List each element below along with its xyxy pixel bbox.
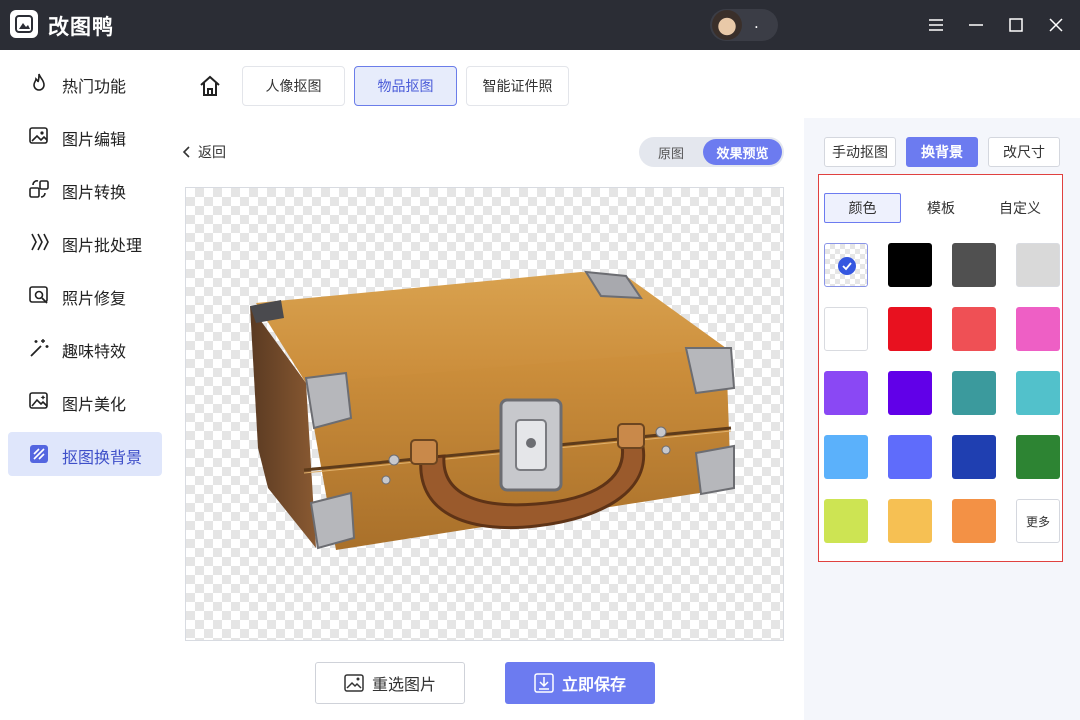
home-icon[interactable] [196, 72, 224, 100]
back-label: 返回 [198, 145, 226, 161]
color-swatch[interactable] [952, 435, 996, 479]
workspace: 返回 原图 效果预览 重选图片 立即保存 [168, 118, 804, 720]
color-swatch[interactable] [824, 371, 868, 415]
check-icon [838, 257, 856, 275]
color-swatch[interactable] [824, 307, 868, 351]
color-swatch[interactable] [952, 371, 996, 415]
mode-manual-cutout[interactable]: 手动抠图 [824, 137, 896, 167]
color-swatch[interactable] [824, 435, 868, 479]
beautify-icon [29, 392, 48, 409]
swatch-transparent[interactable] [824, 243, 868, 287]
image-canvas[interactable] [185, 187, 784, 641]
back-button[interactable]: 返回 [182, 142, 226, 162]
app-logo-icon [10, 10, 38, 38]
maximize-icon[interactable] [1003, 12, 1029, 38]
mode-resize[interactable]: 改尺寸 [988, 137, 1060, 167]
sidebar-item-image-edit[interactable]: 图片编辑 [8, 114, 162, 158]
toggle-preview[interactable]: 效果预览 [703, 139, 782, 165]
color-swatch[interactable] [888, 307, 932, 351]
subtab-custom[interactable]: 自定义 [982, 193, 1058, 223]
menu-icon[interactable] [923, 12, 949, 38]
color-swatch[interactable] [888, 371, 932, 415]
color-swatch[interactable] [952, 499, 996, 543]
tab-id-photo[interactable]: 智能证件照 [466, 66, 569, 106]
color-swatch[interactable] [888, 499, 932, 543]
color-swatch[interactable] [888, 243, 932, 287]
more-colors-button[interactable]: 更多 [1016, 499, 1060, 543]
user-account[interactable]: . [710, 9, 778, 41]
subtab-color[interactable]: 颜色 [824, 193, 901, 223]
cutout-icon [30, 445, 48, 463]
title-bar: 改图鸭 . [0, 0, 1080, 50]
sidebar-item-beautify[interactable]: 图片美化 [8, 379, 162, 423]
suitcase-image [250, 270, 736, 550]
batch-icon [31, 233, 49, 251]
reselect-label: 重选图片 [371, 675, 436, 694]
feature-tab-bar: 人像抠图 物品抠图 智能证件照 [168, 50, 1080, 118]
avatar [712, 10, 742, 40]
color-swatch[interactable] [952, 243, 996, 287]
minimize-icon[interactable] [963, 12, 989, 38]
color-swatch[interactable] [824, 499, 868, 543]
photo-repair-icon [29, 286, 48, 304]
color-swatch[interactable] [1016, 307, 1060, 351]
app-title: 改图鸭 [48, 15, 114, 39]
sidebar-item-hot-features[interactable]: 热门功能 [8, 61, 162, 105]
sidebar-item-batch[interactable]: 图片批处理 [8, 220, 162, 264]
close-icon[interactable] [1043, 12, 1069, 38]
view-toggle: 原图 效果预览 [639, 137, 784, 167]
download-icon [534, 673, 554, 693]
reselect-image-button[interactable]: 重选图片 [315, 662, 465, 704]
image-icon [344, 674, 364, 692]
background-options: 颜色 模板 自定义 更多 [818, 174, 1063, 562]
sidebar-item-fun-effects[interactable]: 趣味特效 [8, 326, 162, 370]
subtab-template[interactable]: 模板 [907, 193, 975, 223]
color-swatch[interactable] [1016, 243, 1060, 287]
toggle-original[interactable]: 原图 [645, 139, 697, 165]
sidebar-item-image-convert[interactable]: 图片转换 [8, 167, 162, 211]
settings-panel: 手动抠图 换背景 改尺寸 颜色 模板 自定义 更多 [804, 118, 1080, 720]
chevron-left-icon [182, 146, 190, 158]
tab-portrait-cutout[interactable]: 人像抠图 [242, 66, 345, 106]
sidebar-item-cutout[interactable]: 抠图换背景 [8, 432, 162, 476]
magic-wand-icon [30, 339, 49, 357]
save-label: 立即保存 [561, 675, 626, 694]
tab-object-cutout[interactable]: 物品抠图 [354, 66, 457, 106]
flame-icon [33, 73, 45, 91]
color-swatch[interactable] [1016, 435, 1060, 479]
color-swatch[interactable] [1016, 371, 1060, 415]
color-swatch[interactable] [952, 307, 996, 351]
user-name: . [754, 14, 759, 32]
save-now-button[interactable]: 立即保存 [505, 662, 655, 704]
sidebar-item-photo-repair[interactable]: 照片修复 [8, 273, 162, 317]
mode-change-background[interactable]: 换背景 [906, 137, 978, 167]
sidebar: 热门功能 图片编辑 图片转换 图片批处理 照片修复 趣味特效 图片美化 抠图换背… [0, 50, 168, 720]
convert-icon [29, 180, 49, 198]
color-swatch[interactable] [888, 435, 932, 479]
image-edit-icon [29, 127, 48, 144]
